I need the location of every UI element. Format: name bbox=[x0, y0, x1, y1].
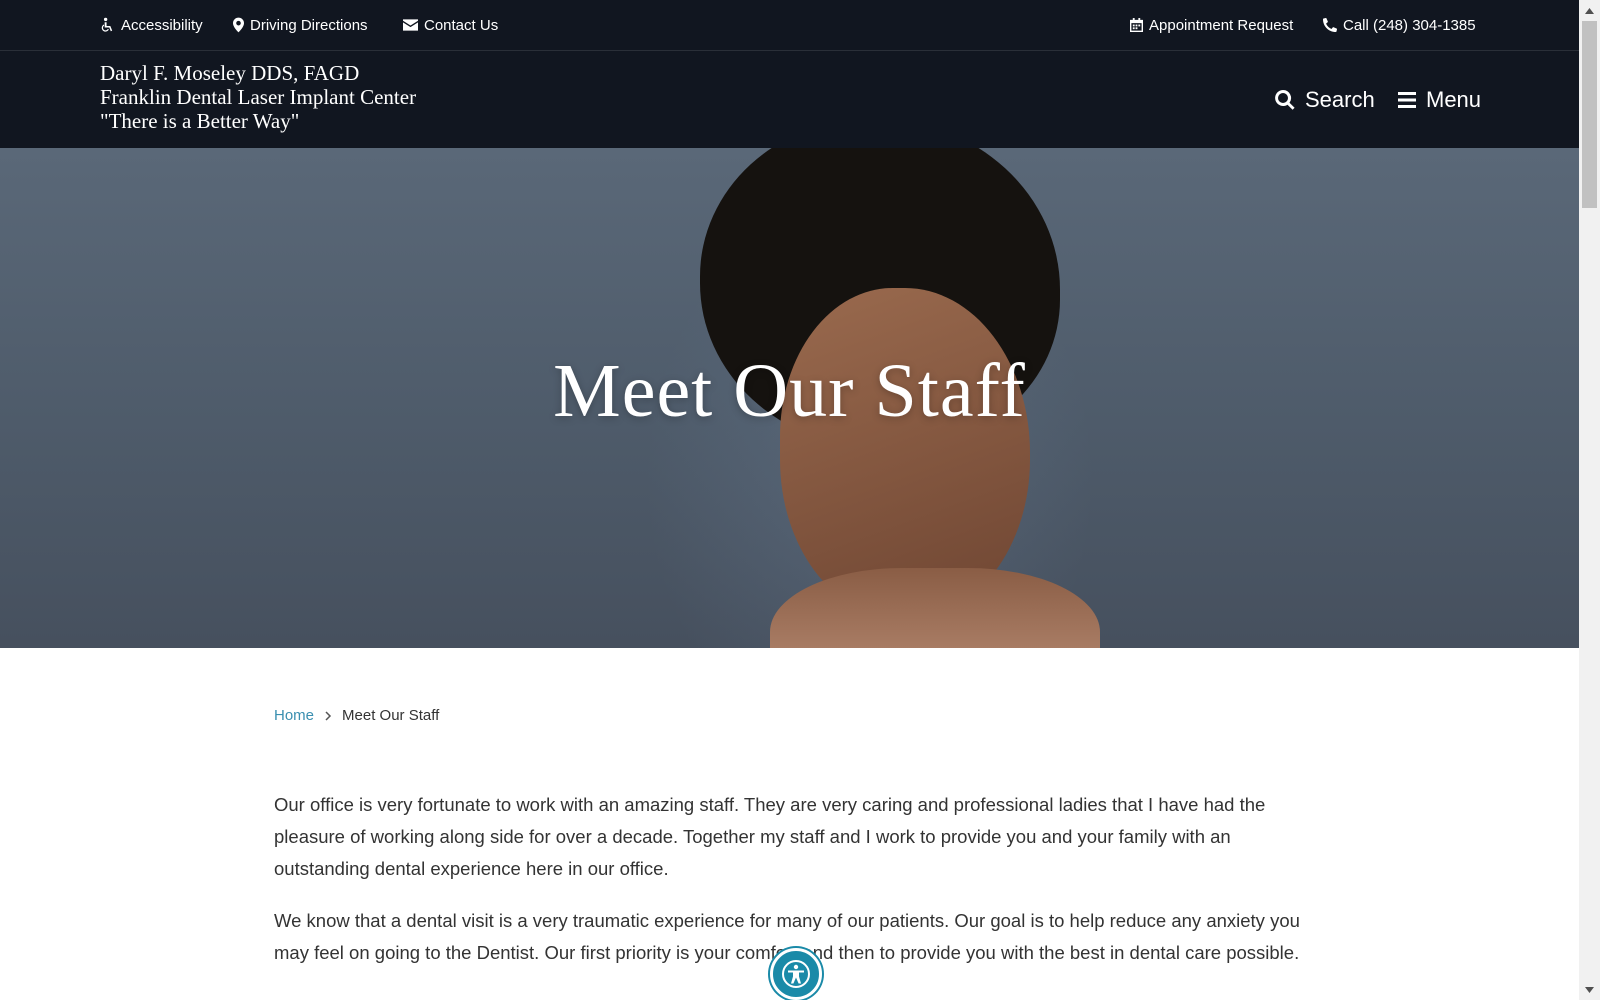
appointment-request-label: Appointment Request bbox=[1149, 16, 1294, 34]
site-header: Daryl F. Moseley DDS, FAGD Franklin Dent… bbox=[0, 51, 1579, 148]
calendar-icon bbox=[1130, 18, 1143, 32]
site-brand[interactable]: Daryl F. Moseley DDS, FAGD Franklin Dent… bbox=[100, 61, 416, 133]
content-paragraph-1: Our office is very fortunate to work wit… bbox=[274, 794, 1266, 879]
utility-bar: Accessibility Driving Directions Contact… bbox=[0, 0, 1579, 51]
chevron-right-icon bbox=[325, 710, 332, 721]
contact-us-link[interactable]: Contact Us bbox=[403, 0, 498, 50]
breadcrumb: Home Meet Our Staff bbox=[274, 707, 439, 724]
call-label: Call (248) 304-1385 bbox=[1343, 16, 1476, 34]
breadcrumb-home-link[interactable]: Home bbox=[274, 707, 314, 724]
scroll-down-arrow-icon[interactable] bbox=[1579, 981, 1600, 998]
hero-banner: Meet Our Staff bbox=[0, 148, 1579, 648]
search-label: Search bbox=[1305, 86, 1375, 112]
breadcrumb-current: Meet Our Staff bbox=[342, 707, 440, 724]
driving-directions-label: Driving Directions bbox=[250, 16, 368, 34]
hamburger-icon bbox=[1398, 91, 1416, 108]
search-button[interactable]: Search bbox=[1275, 51, 1375, 148]
call-link[interactable]: Call (248) 304-1385 bbox=[1323, 0, 1476, 50]
brand-practice-name: Franklin Dental Laser Implant Center bbox=[100, 85, 417, 109]
driving-directions-link[interactable]: Driving Directions bbox=[233, 0, 368, 50]
envelope-icon bbox=[403, 19, 418, 31]
brand-doctor-name: Daryl F. Moseley DDS, FAGD bbox=[100, 61, 360, 85]
search-icon bbox=[1275, 89, 1295, 110]
brand-tagline: "There is a Better Way" bbox=[100, 109, 300, 133]
scroll-up-arrow-icon[interactable] bbox=[1579, 2, 1600, 19]
accessibility-link[interactable]: Accessibility bbox=[100, 0, 203, 50]
scrollbar-thumb[interactable] bbox=[1582, 21, 1597, 208]
accessibility-label: Accessibility bbox=[121, 16, 203, 34]
phone-icon bbox=[1323, 18, 1337, 32]
menu-label: Menu bbox=[1426, 86, 1482, 112]
map-marker-icon bbox=[233, 17, 244, 33]
wheelchair-icon bbox=[101, 17, 113, 32]
hero-image-neck bbox=[770, 568, 1100, 648]
contact-us-label: Contact Us bbox=[424, 16, 499, 34]
accessibility-widget-button[interactable] bbox=[770, 948, 822, 1000]
page-scrollbar[interactable] bbox=[1579, 0, 1600, 1000]
page-title: Meet Our Staff bbox=[553, 349, 1026, 433]
menu-button[interactable]: Menu bbox=[1398, 51, 1481, 148]
accessibility-person-icon bbox=[782, 960, 810, 988]
appointment-request-link[interactable]: Appointment Request bbox=[1130, 0, 1293, 50]
